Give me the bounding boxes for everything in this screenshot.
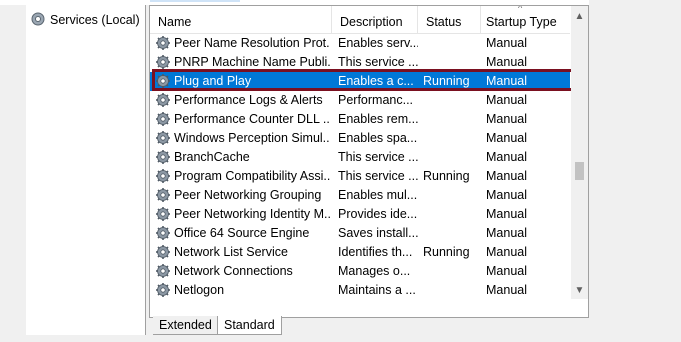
column-header: Name Description Status Startup Type ^: [150, 6, 570, 34]
table-row[interactable]: Network Connections Manages o... Manual: [150, 262, 570, 281]
cell-status: [423, 110, 481, 129]
tab-extended[interactable]: Extended: [153, 316, 218, 335]
table-row[interactable]: Windows Perception Simul... Enables spa..…: [150, 129, 570, 148]
cell-name: Program Compatibility Assi...: [174, 169, 330, 183]
cell-startup-type: Manual: [486, 36, 527, 50]
table-row[interactable]: Office 64 Source Engine Saves install... M…: [150, 224, 570, 243]
cell-name: Peer Networking Identity M...: [174, 207, 330, 221]
cell-description: Enables spa...: [338, 131, 418, 145]
service-gear-icon: [155, 54, 171, 70]
cell-status: [423, 148, 481, 167]
table-row[interactable]: Peer Networking Grouping Enables mul... Ma…: [150, 186, 570, 205]
cell-status: [423, 224, 481, 243]
gear-icon: [30, 11, 46, 30]
selection-highlight-box: [152, 69, 580, 91]
column-header-description[interactable]: Description: [332, 6, 418, 33]
table-row[interactable]: Performance Counter DLL ... Enables rem..…: [150, 110, 570, 129]
cell-startup-type: Manual: [486, 112, 527, 126]
table-row[interactable]: Performance Logs & Alerts Performanc... Ma…: [150, 91, 570, 110]
cell-startup-type: Manual: [486, 283, 527, 297]
cell-status: [423, 262, 481, 281]
cell-name: Peer Name Resolution Prot...: [174, 36, 330, 50]
cell-name: Network Connections: [174, 264, 293, 278]
cell-status: [423, 34, 481, 53]
cell-status: Running: [423, 169, 470, 183]
cell-status: [423, 129, 481, 148]
cell-description: This service ...: [338, 150, 418, 164]
column-header-startup-type[interactable]: Startup Type: [478, 6, 570, 33]
service-gear-icon: [155, 35, 171, 51]
scroll-up-icon[interactable]: ▲: [571, 8, 588, 25]
cell-startup-type: Manual: [486, 188, 527, 202]
cell-name: Performance Counter DLL ...: [174, 112, 330, 126]
cell-name: Performance Logs & Alerts: [174, 93, 323, 107]
table-row[interactable]: Peer Name Resolution Prot... Enables serv…: [150, 34, 570, 53]
cell-startup-type: Manual: [486, 131, 527, 145]
cell-startup-type: Manual: [486, 245, 527, 259]
cell-name: Netlogon: [174, 283, 225, 297]
cell-description: Provides ide...: [338, 207, 418, 221]
vertical-scrollbar[interactable]: ▲ ▼: [571, 6, 588, 299]
column-header-status[interactable]: Status: [418, 6, 481, 33]
cell-startup-type: Manual: [486, 169, 527, 183]
scroll-down-icon[interactable]: ▼: [571, 282, 588, 299]
cell-startup-type: Manual: [486, 93, 527, 107]
cell-startup-type: Manual: [486, 226, 527, 240]
cell-name: Windows Perception Simul...: [174, 131, 330, 145]
table-row[interactable]: Peer Networking Identity M... Provides id…: [150, 205, 570, 224]
cell-description: Maintains a ...: [338, 283, 416, 297]
cell-status: [423, 205, 481, 224]
cell-description: Saves install...: [338, 226, 418, 240]
cell-name: Peer Networking Grouping: [174, 188, 322, 202]
cell-description: This service ...: [338, 169, 418, 183]
tab-standard[interactable]: Standard: [217, 316, 282, 335]
service-gear-icon: [155, 187, 171, 203]
cell-name: Network List Service: [174, 245, 288, 259]
scrollbar-thumb[interactable]: [575, 162, 584, 180]
cell-description: Enables serv...: [338, 36, 418, 50]
service-gear-icon: [155, 168, 171, 184]
services-list-view: Name Description Status Startup Type ^ P…: [149, 5, 589, 318]
service-gear-icon: [155, 244, 171, 260]
table-row[interactable]: BranchCache This service ... Manual: [150, 148, 570, 167]
table-row[interactable]: Network List Service Identifies th... Runn…: [150, 243, 570, 262]
horizontal-scrollbar-area: [150, 300, 588, 317]
service-gear-icon: [155, 225, 171, 241]
table-row[interactable]: Program Compatibility Assi... This servic…: [150, 167, 570, 186]
tree-item-label: Services (Local): [50, 13, 140, 27]
service-gear-icon: [155, 263, 171, 279]
cell-startup-type: Manual: [486, 207, 527, 221]
cell-name: Office 64 Source Engine: [174, 226, 310, 240]
service-gear-icon: [155, 149, 171, 165]
console-tree: Services (Local): [26, 5, 146, 335]
cell-description: Performanc...: [338, 93, 414, 107]
cell-description: Manages o...: [338, 264, 411, 278]
service-gear-icon: [155, 206, 171, 222]
service-gear-icon: [155, 111, 171, 127]
cell-name: BranchCache: [174, 150, 250, 164]
cell-status: [423, 91, 481, 110]
cell-description: Enables rem...: [338, 112, 418, 126]
tree-item-services-local[interactable]: Services (Local): [30, 11, 140, 29]
table-row[interactable]: Netlogon Maintains a ... Manual: [150, 281, 570, 300]
service-gear-icon: [155, 130, 171, 146]
column-header-name[interactable]: Name: [150, 6, 332, 33]
cell-status: Running: [423, 245, 470, 259]
service-gear-icon: [155, 282, 171, 298]
cell-description: Enables mul...: [338, 188, 418, 202]
sort-ascending-icon: ^: [518, 5, 523, 13]
top-accent: [150, 0, 240, 2]
service-gear-icon: [155, 92, 171, 108]
cell-description: Identifies th...: [338, 245, 413, 259]
cell-startup-type: Manual: [486, 264, 527, 278]
cell-status: [423, 281, 481, 300]
cell-startup-type: Manual: [486, 150, 527, 164]
cell-status: [423, 186, 481, 205]
